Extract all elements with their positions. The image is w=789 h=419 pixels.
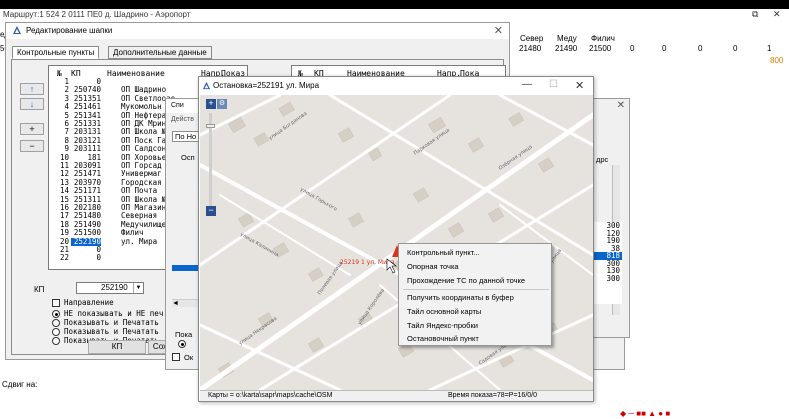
scroll-left-icon[interactable]: ◄ bbox=[172, 299, 200, 307]
menu-item-main-map-tile[interactable]: Тайл основной карты bbox=[407, 307, 481, 316]
col-header-kp: КП bbox=[71, 69, 81, 78]
map-window: Остановка=252191 ул. Мира — ☐ ✕ улица Бо… bbox=[198, 76, 594, 402]
bg-taskbar-icons: ◆ ─ ■■ ▲ ● ■ bbox=[620, 409, 671, 418]
close-icon[interactable]: ✕ bbox=[617, 100, 625, 111]
add-button[interactable]: + bbox=[20, 123, 44, 135]
list-item-kp: 251500 bbox=[73, 228, 101, 238]
map-context-menu: Контрольный пункт... Опорная точка Прохо… bbox=[398, 243, 552, 346]
map-window-titlebar: Остановка=252191 ул. Мира — ☐ ✕ bbox=[199, 77, 593, 95]
zoom-slider-track[interactable] bbox=[209, 113, 212, 213]
map-window-title: Остановка=252191 ул. Мира bbox=[213, 81, 320, 90]
kp-combobox-value: 252190 bbox=[101, 283, 128, 292]
bg-value: 0 bbox=[698, 44, 703, 53]
list-item-num: 19 bbox=[59, 228, 69, 238]
move-up-button[interactable]: ↑ bbox=[20, 83, 44, 95]
direction-checkbox[interactable] bbox=[52, 299, 60, 307]
middle-tab[interactable]: По Но bbox=[172, 131, 200, 142]
middle-label: Осп bbox=[181, 153, 195, 162]
menu-item-control-point[interactable]: Контрольный пункт... bbox=[407, 248, 480, 257]
list-item-num: 9 bbox=[64, 144, 69, 154]
list-item-num: 22 bbox=[59, 253, 69, 263]
middle-dialog-title: Спи bbox=[171, 102, 184, 109]
tab-additional-data[interactable]: Дополнительные данные bbox=[108, 46, 212, 59]
kp-field-label: КП bbox=[34, 285, 45, 294]
option-radio-3[interactable] bbox=[52, 328, 60, 336]
list-item-name: ул. Мира bbox=[121, 236, 158, 246]
menu-separator bbox=[403, 289, 549, 290]
bg-orange-value: 800 bbox=[770, 56, 784, 65]
bg-col-sever: Север bbox=[520, 34, 544, 43]
map-statusbar: Карты = о:\karta\sapr\maps\cache\OSM Вре… bbox=[200, 390, 593, 401]
list-item-name: ОП Салдсон bbox=[121, 144, 167, 154]
top-screen-strip bbox=[0, 0, 789, 9]
menu-item-get-coordinates[interactable]: Получить координаты в буфер bbox=[407, 293, 514, 302]
edit-dialog-title: Редактирование шапки bbox=[26, 26, 113, 35]
bg-value: 21480 bbox=[519, 44, 542, 53]
chevron-down-icon[interactable]: ▼ bbox=[133, 283, 143, 293]
direction-label: Направление bbox=[64, 298, 114, 307]
option-radio-2[interactable] bbox=[52, 319, 60, 327]
menu-item-vehicle-passage[interactable]: Прохождение ТС по данной точке bbox=[407, 276, 525, 285]
bg-value: 21490 bbox=[555, 44, 578, 53]
kp-combobox[interactable]: 252190 ▼ bbox=[76, 282, 144, 294]
list-item-kp: 251171 bbox=[73, 186, 101, 196]
middle-check-label: Ок bbox=[184, 353, 194, 362]
right-dialog-label: дрс bbox=[596, 155, 609, 164]
menu-item-reference-point[interactable]: Опорная точка bbox=[407, 262, 459, 271]
close-icon[interactable]: ✕ bbox=[494, 24, 503, 37]
kp-button[interactable]: КП bbox=[88, 340, 146, 354]
move-down-button[interactable]: ↓ bbox=[20, 98, 44, 110]
maximize-icon[interactable]: ☐ bbox=[549, 79, 558, 90]
tab-control-points[interactable]: Контрольные пункты bbox=[12, 46, 100, 59]
map-status-right: Время показа=78=Р=16/0/0 bbox=[448, 392, 538, 399]
list-item-name: ОП Почта bbox=[121, 186, 158, 196]
list-item-name: Мукомольн bbox=[121, 102, 162, 112]
option-radio-4[interactable] bbox=[52, 337, 60, 345]
bg-value: 21500 bbox=[589, 44, 612, 53]
option-label-1: НЕ показывать и НЕ печ bbox=[64, 309, 164, 318]
middle-action-label: Действ bbox=[171, 116, 194, 123]
main-window-title: Маршрут:1 524 2 0111 ПЕ0 д. Шадрино - Аэ… bbox=[3, 10, 191, 19]
option-radio-1[interactable] bbox=[52, 310, 60, 318]
bg-value: 0 bbox=[630, 44, 635, 53]
list-item-kp: 203111 bbox=[73, 144, 101, 154]
remove-button[interactable]: − bbox=[20, 140, 44, 152]
main-close-icon[interactable]: ✕ bbox=[773, 9, 781, 20]
app-icon bbox=[13, 26, 21, 34]
bg-value: 0 bbox=[733, 44, 738, 53]
main-restore-icon[interactable]: ⧉ bbox=[752, 9, 758, 20]
menu-item-yandex-traffic-tile[interactable]: Тайл Яндекс-пробки bbox=[407, 321, 478, 330]
stop-label: 25219 1 ул. Мира bbox=[340, 259, 395, 266]
col-header-num: № bbox=[57, 69, 62, 78]
middle-checkbox[interactable] bbox=[172, 353, 180, 361]
right-value: 300 bbox=[606, 273, 620, 283]
main-window-titlebar: Маршрут:1 524 2 0111 ПЕ0 д. Шадрино - Аэ… bbox=[0, 9, 789, 23]
edit-dialog-titlebar: Редактирование шапки ✕ bbox=[6, 23, 509, 39]
shift-label: Сдвиг на: bbox=[2, 380, 38, 389]
option-label-3: Показывать и Печатать bbox=[64, 327, 159, 336]
bg-col-filich: Филич bbox=[591, 34, 615, 43]
bg-col-medu: Меду bbox=[557, 34, 577, 43]
zoom-slider-thumb[interactable] bbox=[206, 124, 215, 128]
close-icon[interactable]: ✕ bbox=[575, 79, 584, 92]
zoom-in-icon[interactable]: + bbox=[206, 99, 216, 109]
list-item-num: 4 bbox=[64, 102, 69, 112]
bg-value: 0 bbox=[662, 44, 667, 53]
list-item-num: 14 bbox=[59, 186, 69, 196]
layers-icon[interactable]: ⚙ bbox=[217, 99, 227, 109]
menu-item-stop-point[interactable]: Остановочный пункт bbox=[407, 334, 479, 343]
right-value-list[interactable]: 300 120 190 38 818 300 130 300 bbox=[592, 222, 622, 304]
list-item-name: Филич bbox=[121, 228, 144, 238]
middle-bottom-label: Пока bbox=[175, 330, 193, 339]
list-item-kp: 0 bbox=[96, 253, 101, 263]
bg-value: 1 bbox=[767, 44, 772, 53]
option-label-2: Показывать и Печатать bbox=[64, 318, 159, 327]
zoom-out-icon[interactable]: − bbox=[206, 206, 216, 216]
map-status-left: Карты = о:\karta\sapr\maps\cache\OSM bbox=[208, 392, 333, 399]
app-icon bbox=[202, 81, 211, 90]
minimize-icon[interactable]: — bbox=[522, 79, 532, 90]
col-header-name: Наименование bbox=[107, 69, 165, 78]
middle-radio[interactable] bbox=[178, 340, 186, 348]
list-item-kp: 251461 bbox=[73, 102, 101, 112]
